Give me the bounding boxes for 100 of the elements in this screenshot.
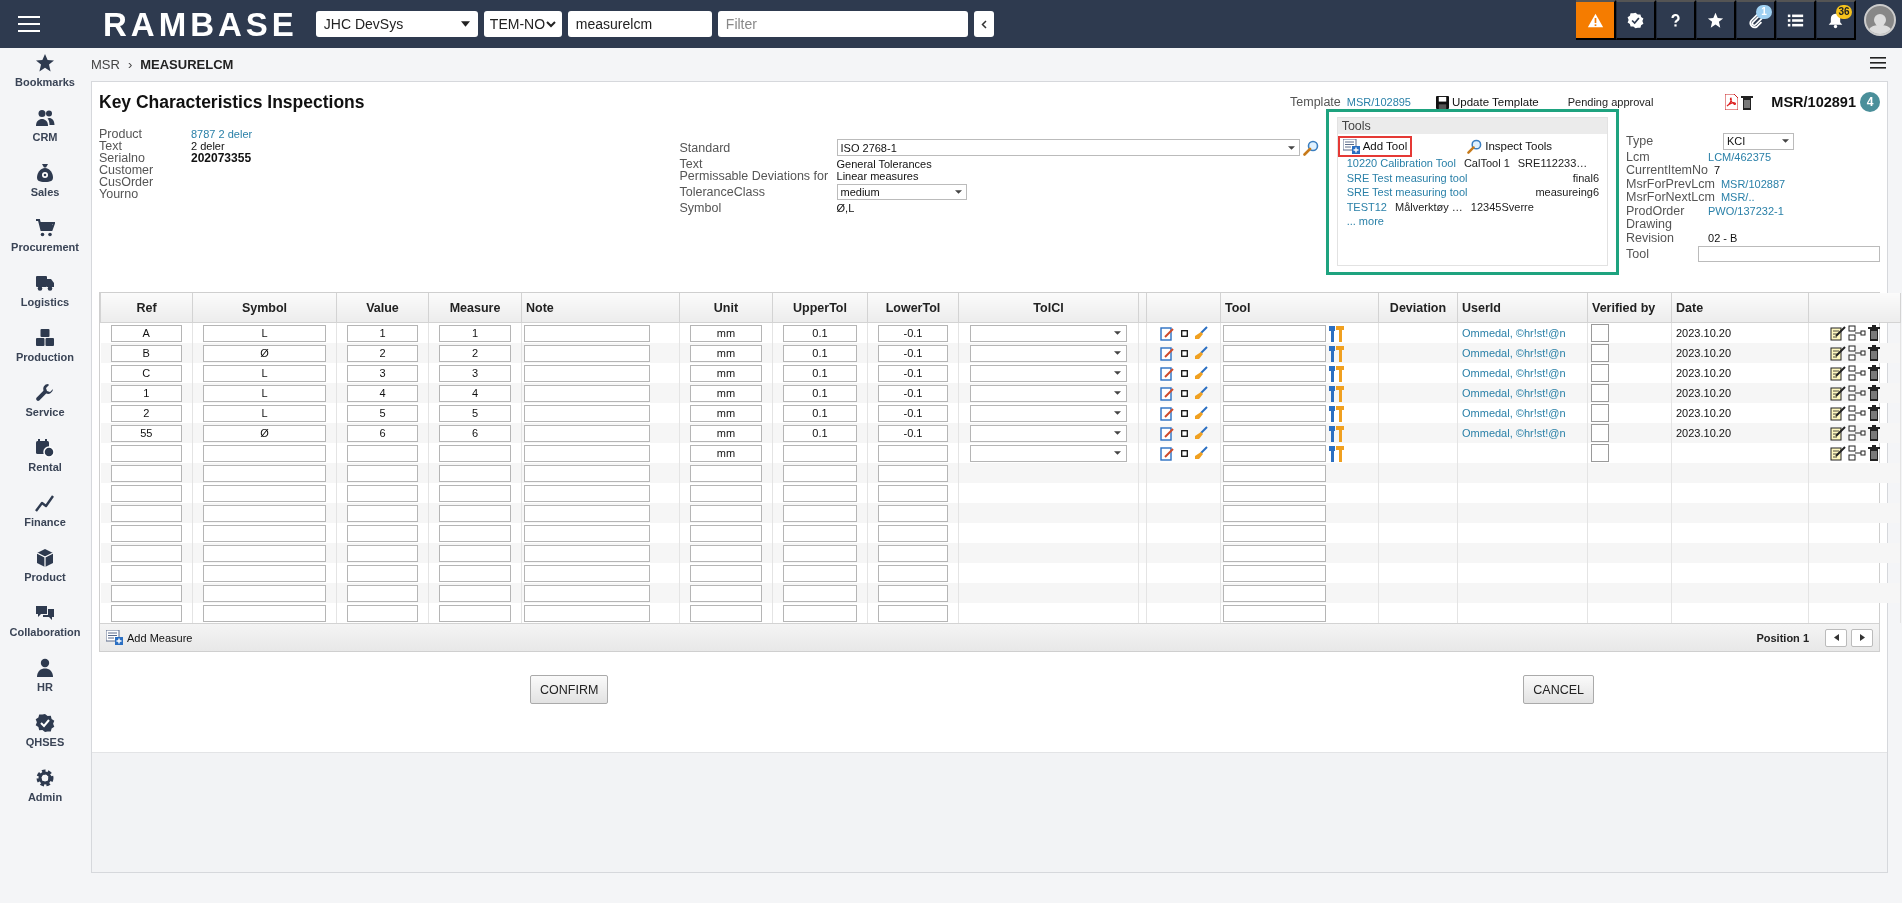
input-field[interactable] [203,584,326,602]
warning-button[interactable] [1576,0,1616,40]
menu-icon[interactable] [1870,57,1886,69]
input-field[interactable] [524,364,650,382]
document-trash-icon[interactable] [1741,94,1754,110]
checkbox[interactable] [1591,344,1609,362]
input-field[interactable] [439,524,511,542]
hammer-icon[interactable] [1329,364,1344,382]
input-field[interactable] [524,524,650,542]
input-field[interactable] [347,484,418,502]
dropdown[interactable] [970,344,1127,362]
input-field[interactable] [783,564,857,582]
trash-icon[interactable] [1867,385,1880,401]
split-icon[interactable] [1847,445,1866,461]
sidebar-item[interactable]: Production [0,323,90,378]
confirm-button[interactable]: CONFIRM [530,675,609,704]
input-field[interactable] [783,464,857,482]
edit-icon[interactable] [1159,425,1175,441]
sidebar-item[interactable]: Collaboration [0,598,90,653]
input-field[interactable]: mm [690,324,762,342]
dropdown[interactable] [970,384,1127,402]
tool-link[interactable]: TEST12 [1346,199,1387,214]
dropdown[interactable] [970,324,1127,342]
input-field[interactable]: mm [690,404,762,422]
input-field[interactable] [1223,324,1326,342]
input-field[interactable] [439,504,511,522]
info-link[interactable]: LCM/462375 [1708,150,1771,163]
input-field[interactable]: L [203,324,326,342]
input-field[interactable] [1223,444,1326,462]
hammer-icon[interactable] [1329,444,1344,462]
input-field[interactable]: -0.1 [878,424,948,442]
split-icon[interactable] [1847,405,1866,421]
input-field[interactable]: 1 [439,324,511,342]
next-button[interactable] [1851,628,1873,647]
input-field[interactable] [347,584,418,602]
bell-button[interactable]: 36 [1816,0,1856,40]
split-icon[interactable] [1847,345,1866,361]
input-field[interactable]: Ø [203,424,326,442]
input-field[interactable]: mm [690,444,762,462]
hammer-icon[interactable] [1329,324,1344,342]
template-link[interactable]: MSR/102895 [1346,96,1411,108]
input-field[interactable] [783,444,857,462]
input-field[interactable] [1223,464,1326,482]
info-link[interactable]: MSR/102887 [1720,177,1786,190]
input-field[interactable]: 0.1 [783,344,857,362]
hammer-icon[interactable] [1329,344,1344,362]
tool-link[interactable]: SRE Test measuring tool [1346,185,1468,200]
input-field[interactable]: 6 [347,424,418,442]
input-field[interactable] [203,504,326,522]
more-link[interactable]: ... more [1346,215,1384,227]
broom-icon[interactable] [1193,326,1208,340]
trash-icon[interactable] [1867,365,1880,381]
input-field[interactable] [783,544,857,562]
add-tool-button[interactable]: Add Tool [1337,135,1413,157]
input-field[interactable]: -0.1 [878,344,948,362]
input-field[interactable] [690,524,762,542]
square-icon[interactable] [1180,369,1188,377]
input-field[interactable] [439,464,511,482]
input-field[interactable] [690,544,762,562]
sidebar-item[interactable]: Service [0,378,90,433]
input-field[interactable] [347,564,418,582]
input-field[interactable] [1223,384,1326,402]
input-field[interactable] [439,544,511,562]
input-field[interactable]: mm [690,344,762,362]
sidebar-item[interactable]: Bookmarks [0,48,90,103]
broom-icon[interactable] [1193,446,1208,460]
input-field[interactable]: Ø [203,344,326,362]
dropdown[interactable]: KCI [1723,132,1794,150]
sidebar-item[interactable]: Finance [0,488,90,543]
list-button[interactable] [1776,0,1816,40]
input-field[interactable]: 0.1 [783,324,857,342]
checkbox[interactable] [1591,324,1609,342]
edit-icon[interactable] [1159,365,1175,381]
square-icon[interactable] [1180,329,1188,337]
input-field[interactable]: 3 [439,364,511,382]
edit-note-icon[interactable] [1829,365,1846,381]
input-field[interactable] [110,524,182,542]
input-field[interactable] [524,604,650,622]
input-field[interactable] [1223,484,1326,502]
input-field[interactable]: 3 [347,364,418,382]
input-field[interactable] [690,484,762,502]
trash-icon[interactable] [1867,345,1880,361]
input-field[interactable]: 4 [347,384,418,402]
input-field[interactable] [1223,424,1326,442]
sidebar-item[interactable]: HR [0,653,90,708]
input-field[interactable] [878,444,948,462]
input-field[interactable] [110,484,182,502]
input-field[interactable]: B [110,344,182,362]
input-field[interactable] [524,584,650,602]
input-field[interactable]: -0.1 [878,324,948,342]
input-field[interactable] [783,584,857,602]
input-field[interactable]: mm [690,364,762,382]
inspect-tools-button[interactable]: Inspect Tools [1462,135,1558,157]
input-field[interactable]: L [203,404,326,422]
input-field[interactable] [524,504,650,522]
edit-note-icon[interactable] [1829,405,1846,421]
sidebar-item[interactable]: Sales [0,158,90,213]
input-field[interactable] [524,464,650,482]
locale-select[interactable]: TEM-NO [483,11,562,37]
input-field[interactable]: 5 [347,404,418,422]
